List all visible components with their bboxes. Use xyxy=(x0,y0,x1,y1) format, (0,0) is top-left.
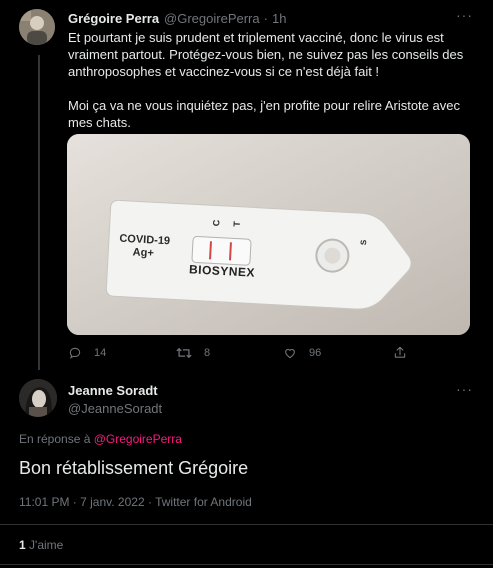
test-label: COVID-19 Ag+ xyxy=(118,233,170,262)
reply-button[interactable]: 14 xyxy=(68,346,106,360)
likes-count: 1 xyxy=(19,538,26,552)
test-mark-s: S xyxy=(359,239,369,246)
tweet-text: Et pourtant je suis prudent et triplemen… xyxy=(68,29,476,131)
more-options-icon[interactable]: ··· xyxy=(456,7,473,23)
test-label-line: Ag+ xyxy=(132,246,155,260)
reply-icon xyxy=(69,347,81,359)
test-label-line: COVID-19 xyxy=(119,232,171,248)
more-options-icon[interactable]: ··· xyxy=(456,381,473,397)
like-count: 96 xyxy=(309,347,322,359)
display-name[interactable]: Jeanne Soradt xyxy=(68,383,162,398)
retweet-button[interactable]: 8 xyxy=(176,346,210,360)
divider xyxy=(0,524,493,525)
avatar[interactable] xyxy=(19,9,55,45)
retweet-count: 8 xyxy=(204,347,211,359)
tweet-text-paragraph: Et pourtant je suis prudent et triplemen… xyxy=(68,30,464,79)
divider xyxy=(0,564,493,565)
separator: · xyxy=(263,10,268,26)
reply-text: Bon rétablissement Grégoire xyxy=(19,458,249,478)
retweet-icon xyxy=(176,348,192,358)
like-button[interactable]: 96 xyxy=(283,346,321,360)
handle[interactable]: @GregoirePerra xyxy=(164,11,260,26)
test-mark-c: C xyxy=(211,219,222,227)
in-reply-to: En réponse à @GregoirePerra xyxy=(19,432,182,446)
in-reply-label: En réponse à xyxy=(19,432,91,446)
tweet-media-image[interactable]: COVID-19 Ag+ C T S BIOSYNEX xyxy=(67,134,470,335)
handle[interactable]: @JeanneSoradt xyxy=(68,401,162,416)
tweet-meta[interactable]: 11:01 PM · 7 janv. 2022 · Twitter for An… xyxy=(19,495,252,509)
timestamp[interactable]: 1h xyxy=(272,11,286,26)
thread-line xyxy=(38,55,40,370)
mention-link[interactable]: @GregoirePerra xyxy=(94,432,182,446)
reply-author: Jeanne Soradt @JeanneSoradt xyxy=(68,383,162,416)
tweet-header: Grégoire Perra @GregoirePerra · 1h xyxy=(68,9,478,27)
avatar[interactable] xyxy=(19,379,57,417)
tweet-text-paragraph: Moi ça va ne vous inquiétez pas, j'en pr… xyxy=(68,98,460,130)
share-icon xyxy=(394,346,406,358)
heart-icon xyxy=(285,349,295,359)
share-button[interactable] xyxy=(393,345,419,360)
likes-label: J'aime xyxy=(29,538,64,552)
reply-count: 14 xyxy=(94,347,107,359)
display-name[interactable]: Grégoire Perra xyxy=(68,11,159,26)
likes-summary[interactable]: 1 J'aime xyxy=(19,538,63,552)
test-mark-t: T xyxy=(231,220,242,228)
